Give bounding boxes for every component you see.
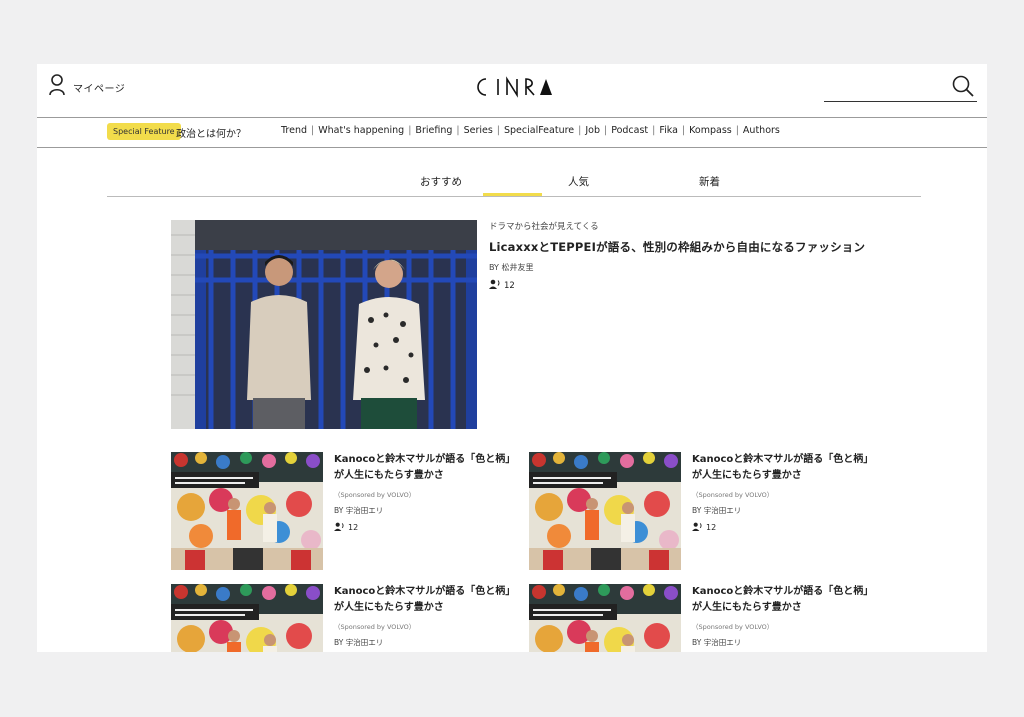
nav-link-series[interactable]: Series <box>464 125 493 136</box>
article-card-author[interactable]: BY 宇治田エリ <box>692 505 882 516</box>
article-card-count: 12 <box>692 522 882 533</box>
special-feature-badge[interactable]: Special Feature <box>107 123 181 140</box>
article-card: Kanocoと鈴木マサルが語る「色と柄」が人生にもたらす豊かさ （Sponsor… <box>171 452 521 572</box>
featured-article-kicker: ドラマから社会が見えてくる <box>489 222 599 232</box>
nav-separator: | <box>604 125 608 136</box>
site-logo[interactable] <box>474 76 554 98</box>
article-card-title[interactable]: Kanocoと鈴木マサルが語る「色と柄」が人生にもたらす豊かさ <box>692 452 882 484</box>
nav-separator: | <box>652 125 656 136</box>
mypage-link[interactable]: マイページ <box>49 74 125 100</box>
nav-link-fika[interactable]: Fika <box>659 125 678 136</box>
article-card-count-value: 12 <box>706 523 717 532</box>
article-card-count-value: 12 <box>348 523 359 532</box>
article-card-title[interactable]: Kanocoと鈴木マサルが語る「色と柄」が人生にもたらす豊かさ <box>334 452 524 484</box>
featured-article-count: 12 <box>489 279 889 292</box>
mypage-label: マイページ <box>73 83 126 95</box>
tab-new[interactable]: 新着 <box>699 174 720 189</box>
featured-article-count-value: 12 <box>504 280 515 291</box>
global-nav: Special Feature 政治とは何か？ Trend | What's ha… <box>37 118 987 148</box>
article-card-info: Kanocoと鈴木マサルが語る「色と柄」が人生にもたらす豊かさ （Sponsor… <box>692 452 882 533</box>
tab-recommended[interactable]: おすすめ <box>420 174 462 194</box>
special-feature-link[interactable]: 政治とは何か？ <box>176 125 246 140</box>
article-card-image[interactable] <box>171 452 323 570</box>
article-card-info: Kanocoと鈴木マサルが語る「色と柄」が人生にもたらす豊かさ （Sponsor… <box>334 584 524 652</box>
article-card-author[interactable]: BY 宇治田エリ <box>692 637 882 648</box>
listen-icon <box>489 279 504 292</box>
nav-link-trend[interactable]: Trend <box>281 125 307 136</box>
article-card-sponsor: （Sponsored by VOLVO） <box>692 491 774 499</box>
search-icon[interactable] <box>951 74 975 102</box>
nav-link-authors[interactable]: Authors <box>743 125 780 136</box>
nav-link-specialfeature[interactable]: SpecialFeature <box>504 125 574 136</box>
article-card-image[interactable] <box>171 584 323 652</box>
article-card-sponsor: （Sponsored by VOLVO） <box>692 623 774 631</box>
page: マイページ Special Feature 政治とは何か？ Trend | Wh… <box>37 64 987 652</box>
nav-link-kompass[interactable]: Kompass <box>689 125 732 136</box>
tab-popular[interactable]: 人気 <box>568 174 589 189</box>
article-card: Kanocoと鈴木マサルが語る「色と柄」が人生にもたらす豊かさ （Sponsor… <box>529 584 879 652</box>
nav-link-job[interactable]: Job <box>585 125 600 136</box>
user-icon <box>49 74 65 100</box>
article-card-image[interactable] <box>529 452 681 570</box>
search-input[interactable] <box>824 73 946 101</box>
search-box <box>824 73 977 102</box>
featured-article-image[interactable] <box>171 220 477 429</box>
nav-separator: | <box>311 125 315 136</box>
article-card-author[interactable]: BY 宇治田エリ <box>334 505 524 516</box>
nav-separator: | <box>496 125 500 136</box>
featured-article-author[interactable]: BY 松井友里 <box>489 262 889 273</box>
listen-icon <box>334 522 348 533</box>
article-card-sponsor: （Sponsored by VOLVO） <box>334 491 416 499</box>
nav-separator: | <box>735 125 739 136</box>
featured-article-text: ドラマから社会が見えてくる LicaxxxとTEPPEIが語る、性別の枠組みから… <box>489 220 889 292</box>
article-card-title[interactable]: Kanocoと鈴木マサルが語る「色と柄」が人生にもたらす豊かさ <box>692 584 882 616</box>
article-card: Kanocoと鈴木マサルが語る「色と柄」が人生にもたらす豊かさ （Sponsor… <box>529 452 879 572</box>
featured-article-title[interactable]: LicaxxxとTEPPEIが語る、性別の枠組みから自由になるファッション <box>489 239 889 255</box>
nav-separator: | <box>408 125 412 136</box>
listen-icon <box>692 522 706 533</box>
nav-separator: | <box>578 125 582 136</box>
nav-separator: | <box>456 125 460 136</box>
nav-link-podcast[interactable]: Podcast <box>611 125 648 136</box>
article-card-title[interactable]: Kanocoと鈴木マサルが語る「色と柄」が人生にもたらす豊かさ <box>334 584 524 616</box>
article-card-info: Kanocoと鈴木マサルが語る「色と柄」が人生にもたらす豊かさ （Sponsor… <box>692 584 882 652</box>
article-card: Kanocoと鈴木マサルが語る「色と柄」が人生にもたらす豊かさ （Sponsor… <box>171 584 521 652</box>
site-header: マイページ <box>37 64 987 118</box>
article-card-sponsor: （Sponsored by VOLVO） <box>334 623 416 631</box>
nav-link-briefing[interactable]: Briefing <box>415 125 452 136</box>
article-card-info: Kanocoと鈴木マサルが語る「色と柄」が人生にもたらす豊かさ （Sponsor… <box>334 452 524 533</box>
article-card-image[interactable] <box>529 584 681 652</box>
nav-separator: | <box>681 125 686 136</box>
article-tabs: おすすめ 人気 新着 <box>107 166 921 197</box>
article-card-author[interactable]: BY 宇治田エリ <box>334 637 524 648</box>
active-tab-indicator <box>483 193 542 196</box>
nav-links: Trend | What's happening | Briefing | Serie… <box>281 125 780 136</box>
nav-link-whats-happening[interactable]: What's happening <box>318 125 404 136</box>
article-card-count: 12 <box>334 522 524 533</box>
